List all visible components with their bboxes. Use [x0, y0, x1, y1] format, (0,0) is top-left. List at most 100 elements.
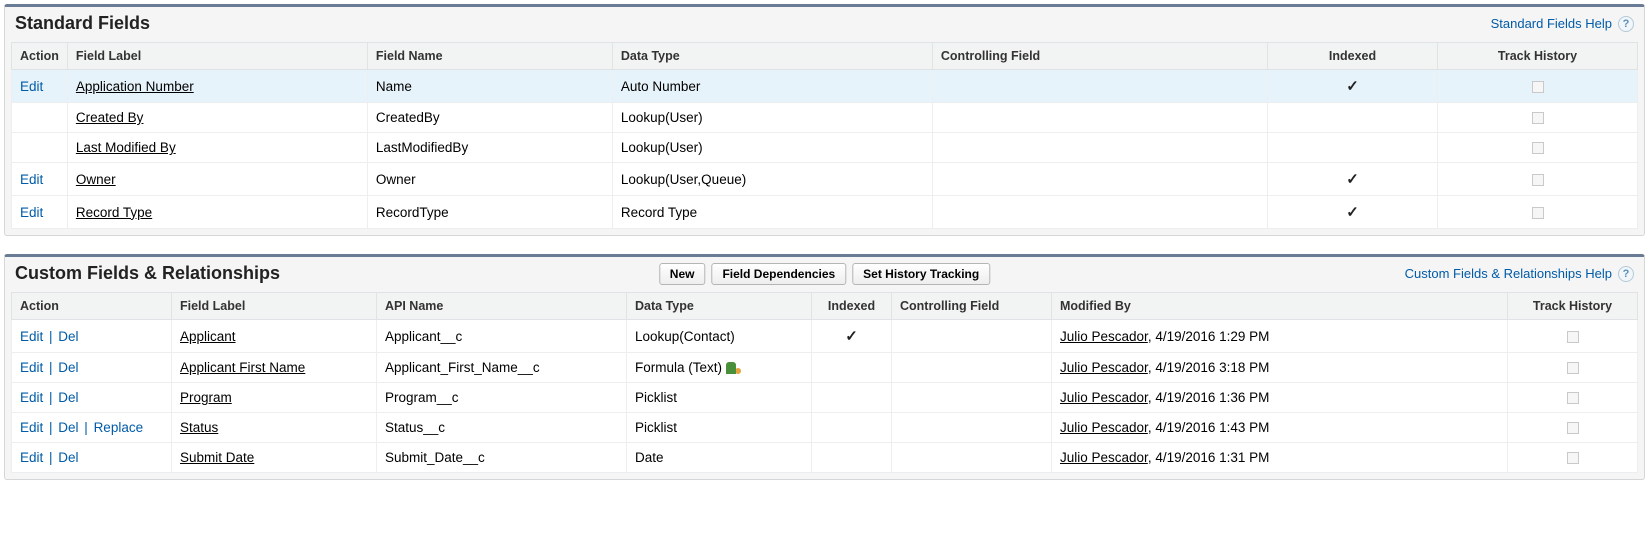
cell-action: Edit [12, 163, 68, 196]
edit-link[interactable]: Edit [20, 450, 43, 465]
cell-api-name: Submit_Date__c [377, 443, 627, 473]
col-data-type: Data Type [612, 43, 932, 70]
modified-by-link[interactable]: Julio Pescador [1060, 390, 1148, 405]
col-field-name: Field Name [367, 43, 612, 70]
help-icon[interactable]: ? [1618, 16, 1634, 32]
cell-track-history [1508, 443, 1638, 473]
del-link[interactable]: Del [58, 450, 78, 465]
table-row: EditRecord TypeRecordTypeRecord Type✓ [12, 196, 1638, 229]
new-button[interactable]: New [659, 263, 706, 285]
edit-link[interactable]: Edit [20, 420, 43, 435]
cell-indexed: ✓ [1268, 163, 1438, 196]
cell-modified-by: Julio Pescador, 4/19/2016 1:43 PM [1052, 413, 1508, 443]
edit-link[interactable]: Edit [20, 390, 43, 405]
edit-link[interactable]: Edit [20, 360, 43, 375]
cell-controlling-field [932, 196, 1267, 229]
field-label-link[interactable]: Program [180, 390, 232, 405]
cell-api-name: Applicant_First_Name__c [377, 353, 627, 383]
edit-link[interactable]: Edit [20, 205, 43, 220]
cell-track-history [1438, 103, 1638, 133]
field-label-link[interactable]: Created By [76, 110, 144, 125]
help-icon[interactable]: ? [1618, 266, 1634, 282]
del-link[interactable]: Del [58, 329, 78, 344]
standard-fields-help-link[interactable]: Standard Fields Help [1491, 16, 1612, 31]
cell-data-type: Lookup(User,Queue) [612, 163, 932, 196]
field-label-link[interactable]: Application Number [76, 79, 194, 94]
cell-indexed [812, 413, 892, 443]
table-row: EditOwnerOwnerLookup(User,Queue)✓ [12, 163, 1638, 196]
cell-field-label: Record Type [67, 196, 367, 229]
custom-fields-help-link[interactable]: Custom Fields & Relationships Help [1405, 266, 1612, 281]
field-label-link[interactable]: Owner [76, 172, 116, 187]
field-label-link[interactable]: Applicant First Name [180, 360, 305, 375]
cell-field-label: Applicant [172, 320, 377, 353]
cell-field-name: Name [367, 70, 612, 103]
cell-data-type: Lookup(Contact) [627, 320, 812, 353]
col-field-label: Field Label [67, 43, 367, 70]
col-controlling-field: Controlling Field [932, 43, 1267, 70]
modified-date: , 4/19/2016 1:29 PM [1148, 329, 1270, 344]
cell-api-name: Program__c [377, 383, 627, 413]
set-history-tracking-button[interactable]: Set History Tracking [852, 263, 990, 285]
cell-field-name: LastModifiedBy [367, 133, 612, 163]
checkbox-disabled [1532, 142, 1544, 154]
cell-data-type: Date [627, 443, 812, 473]
cell-track-history [1508, 320, 1638, 353]
modified-by-link[interactable]: Julio Pescador [1060, 329, 1148, 344]
edit-link[interactable]: Edit [20, 329, 43, 344]
check-icon: ✓ [845, 327, 858, 345]
modified-date: , 4/19/2016 1:43 PM [1148, 420, 1270, 435]
data-type-text: Lookup(Contact) [635, 329, 735, 344]
checkbox-disabled [1532, 112, 1544, 124]
field-dependencies-button[interactable]: Field Dependencies [711, 263, 846, 285]
separator: | [43, 390, 58, 405]
cell-indexed: ✓ [812, 320, 892, 353]
checkbox-disabled [1567, 331, 1579, 343]
data-type-text: Picklist [635, 390, 677, 405]
modified-date: , 4/19/2016 1:36 PM [1148, 390, 1270, 405]
col-api-name: API Name [377, 293, 627, 320]
cell-controlling-field [892, 320, 1052, 353]
cell-controlling-field [892, 413, 1052, 443]
col-action: Action [12, 293, 172, 320]
edit-link[interactable]: Edit [20, 79, 43, 94]
cell-field-label: Program [172, 383, 377, 413]
field-label-link[interactable]: Status [180, 420, 218, 435]
cell-action: Edit [12, 70, 68, 103]
edit-link[interactable]: Edit [20, 172, 43, 187]
modified-date: , 4/19/2016 1:31 PM [1148, 450, 1270, 465]
checkbox-disabled [1567, 452, 1579, 464]
modified-by-link[interactable]: Julio Pescador [1060, 360, 1148, 375]
cell-field-label: Applicant First Name [172, 353, 377, 383]
cell-indexed: ✓ [1268, 196, 1438, 229]
cell-data-type: Auto Number [612, 70, 932, 103]
field-label-link[interactable]: Submit Date [180, 450, 254, 465]
cell-field-name: CreatedBy [367, 103, 612, 133]
cell-track-history [1508, 353, 1638, 383]
field-label-link[interactable]: Applicant [180, 329, 236, 344]
del-link[interactable]: Del [58, 420, 78, 435]
cell-controlling-field [932, 70, 1267, 103]
del-link[interactable]: Del [58, 390, 78, 405]
cell-indexed [1268, 133, 1438, 163]
cell-data-type: Lookup(User) [612, 133, 932, 163]
cell-controlling-field [892, 443, 1052, 473]
cell-action [12, 103, 68, 133]
table-header-row: Action Field Label Field Name Data Type … [12, 43, 1638, 70]
cell-data-type: Picklist [627, 413, 812, 443]
separator: | [43, 450, 58, 465]
modified-by-link[interactable]: Julio Pescador [1060, 450, 1148, 465]
cell-modified-by: Julio Pescador, 4/19/2016 1:36 PM [1052, 383, 1508, 413]
field-label-link[interactable]: Last Modified By [76, 140, 176, 155]
cell-track-history [1508, 413, 1638, 443]
field-label-link[interactable]: Record Type [76, 205, 152, 220]
separator: | [43, 329, 58, 344]
cell-data-type: Record Type [612, 196, 932, 229]
modified-by-link[interactable]: Julio Pescador [1060, 420, 1148, 435]
check-icon: ✓ [1346, 77, 1359, 95]
cell-track-history [1438, 196, 1638, 229]
checkbox-disabled [1532, 174, 1544, 186]
replace-link[interactable]: Replace [94, 420, 144, 435]
del-link[interactable]: Del [58, 360, 78, 375]
cell-indexed [812, 353, 892, 383]
